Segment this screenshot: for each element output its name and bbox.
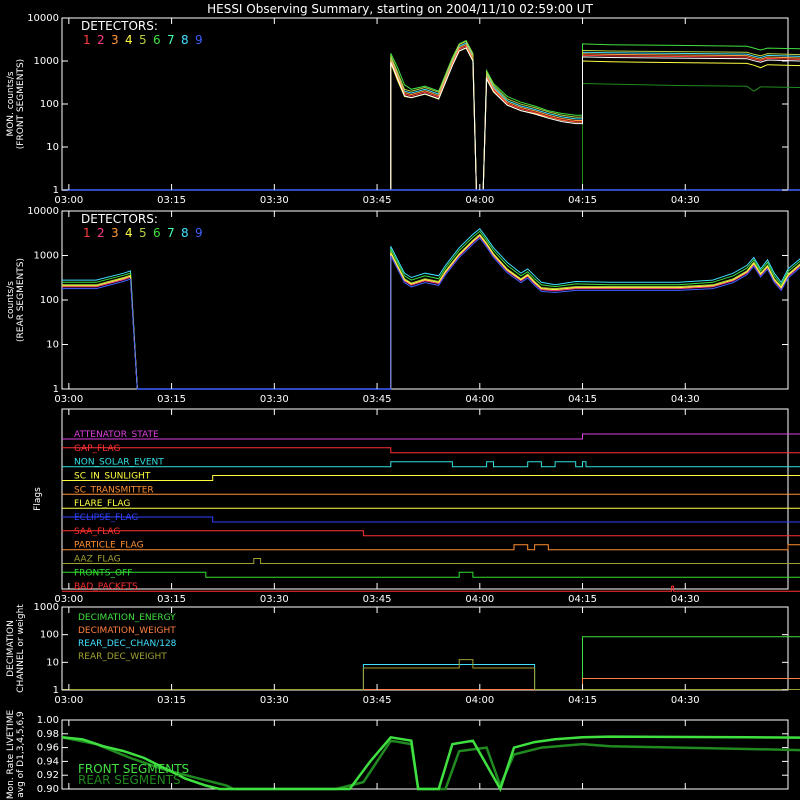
flag-label: FRONTS_OFF xyxy=(74,568,132,578)
decimation-xtick-label: 04:15 xyxy=(568,695,597,706)
rear-ytick-label: 1000 xyxy=(34,251,59,262)
livetime-legend-entry: REAR SEGMENTS xyxy=(78,773,181,787)
rear-ylabel: (REAR SEGMENTS) xyxy=(16,258,26,342)
livetime-ytick-label: 0.96 xyxy=(37,743,59,754)
front-xtick-label: 04:00 xyxy=(465,195,494,206)
decimation-xtick-label: 04:30 xyxy=(671,695,700,706)
decimation-xtick-label: 04:00 xyxy=(465,695,494,706)
rear-detector-7: 7 xyxy=(167,226,175,240)
decimation-ylabel: DECIMATION xyxy=(6,620,16,677)
front-detectors-label: DETECTORS: xyxy=(81,19,158,33)
livetime-ytick-label: 1.00 xyxy=(37,715,59,726)
flags-xtick-label: 03:15 xyxy=(157,594,186,605)
rear-ytick-label: 10 xyxy=(46,340,59,351)
livetime-ytick-label: 0.90 xyxy=(37,784,59,795)
front-detector-8: 8 xyxy=(181,33,189,47)
rear-xtick-label: 03:45 xyxy=(363,394,392,405)
front-xtick-label: 03:30 xyxy=(260,195,289,206)
decimation-ytick-label: 1000 xyxy=(34,602,59,613)
livetime-ytick-label: 0.92 xyxy=(37,770,59,781)
decimation-ylabel: CHANNEL or weight xyxy=(16,604,26,693)
rear-xtick-label: 03:00 xyxy=(54,394,83,405)
flags-ylabel: Flags xyxy=(33,487,43,511)
figure-title: HESSI Observing Summary, starting on 200… xyxy=(207,2,593,16)
decimation-legend-entry: REAR_DEC_CHAN/128 xyxy=(78,639,177,649)
decimation-ytick-label: 10 xyxy=(46,657,59,668)
flag-label: BAD_PACKETS xyxy=(74,582,138,592)
front-ytick-label: 10 xyxy=(46,142,59,153)
rear-detector-4: 4 xyxy=(125,226,133,240)
front-ytick-label: 1000 xyxy=(34,56,59,67)
livetime-ylabel: avg of D1,3,4,5,6,9 xyxy=(16,711,26,798)
rear-xtick-label: 03:15 xyxy=(157,394,186,405)
rear-ytick-label: 100 xyxy=(40,295,59,306)
decimation-legend-entry: DECIMATION_ENERGY xyxy=(78,613,176,623)
front-xtick-label: 03:45 xyxy=(363,195,392,206)
flags-xtick-label: 04:00 xyxy=(465,594,494,605)
flag-label: ECLIPSE_FLAG xyxy=(74,513,138,523)
front-xtick-label: 04:15 xyxy=(568,195,597,206)
decimation-ytick-label: 100 xyxy=(40,630,59,641)
flags-xtick-label: 04:15 xyxy=(568,594,597,605)
rear-detector-8: 8 xyxy=(181,226,189,240)
livetime-ytick-label: 0.94 xyxy=(37,756,59,767)
flags-xtick-label: 03:45 xyxy=(363,594,392,605)
decimation-xtick-label: 03:45 xyxy=(363,695,392,706)
flag-label: FLARE_FLAG xyxy=(74,499,130,509)
flag-label: GAP_FLAG xyxy=(74,444,120,454)
rear-detector-9: 9 xyxy=(195,226,203,240)
rear-xtick-label: 04:15 xyxy=(568,394,597,405)
rear-detector-3: 3 xyxy=(111,226,119,240)
livetime-ytick-label: 0.98 xyxy=(37,729,59,740)
rear-xtick-label: 03:30 xyxy=(260,394,289,405)
decimation-xtick-label: 03:00 xyxy=(54,695,83,706)
front-xtick-label: 03:15 xyxy=(157,195,186,206)
front-detector-7: 7 xyxy=(167,33,175,47)
front-detector-3: 3 xyxy=(111,33,119,47)
decimation-xtick-label: 03:30 xyxy=(260,695,289,706)
rear-detector-5: 5 xyxy=(139,226,147,240)
front-ytick-label: 10000 xyxy=(27,13,59,24)
rear-ytick-label: 10000 xyxy=(27,206,59,217)
rear-detector-2: 2 xyxy=(97,226,105,240)
front-detector-2: 2 xyxy=(97,33,105,47)
rear-ylabel: counts/s xyxy=(6,281,16,319)
rear-xtick-label: 04:30 xyxy=(671,394,700,405)
flag-label: NON_SOLAR_EVENT xyxy=(74,458,164,468)
front-ylabel: (FRONT SEGMENTS) xyxy=(16,59,26,149)
front-detector-4: 4 xyxy=(125,33,133,47)
front-detector-6: 6 xyxy=(153,33,161,47)
front-ytick-label: 100 xyxy=(40,99,59,110)
front-xtick-label: 03:00 xyxy=(54,195,83,206)
flags-xtick-label: 03:30 xyxy=(260,594,289,605)
front-xtick-label: 04:30 xyxy=(671,195,700,206)
decimation-legend-entry: REAR_DEC_WEIGHT xyxy=(78,652,167,662)
flag-label: PARTICLE_FLAG xyxy=(74,541,144,551)
front-detector-1: 1 xyxy=(83,33,91,47)
front-detector-9: 9 xyxy=(195,33,203,47)
rear-xtick-label: 04:00 xyxy=(465,394,494,405)
decimation-legend-entry: DECIMATION_WEIGHT xyxy=(78,626,176,636)
decimation-xtick-label: 03:15 xyxy=(157,695,186,706)
flags-xtick-label: 04:30 xyxy=(671,594,700,605)
front-detector-5: 5 xyxy=(139,33,147,47)
rear-detectors-label: DETECTORS: xyxy=(81,212,158,226)
rear-detector-6: 6 xyxy=(153,226,161,240)
rear-detector-1: 1 xyxy=(83,226,91,240)
livetime-ylabel: Mon. Rate LIVETIME xyxy=(6,710,16,800)
front-ylabel: MON. counts/s xyxy=(6,71,16,136)
flag-label: SAA_FLAG xyxy=(74,527,120,537)
observing-summary-figure: HESSI Observing Summary, starting on 200… xyxy=(0,0,800,800)
